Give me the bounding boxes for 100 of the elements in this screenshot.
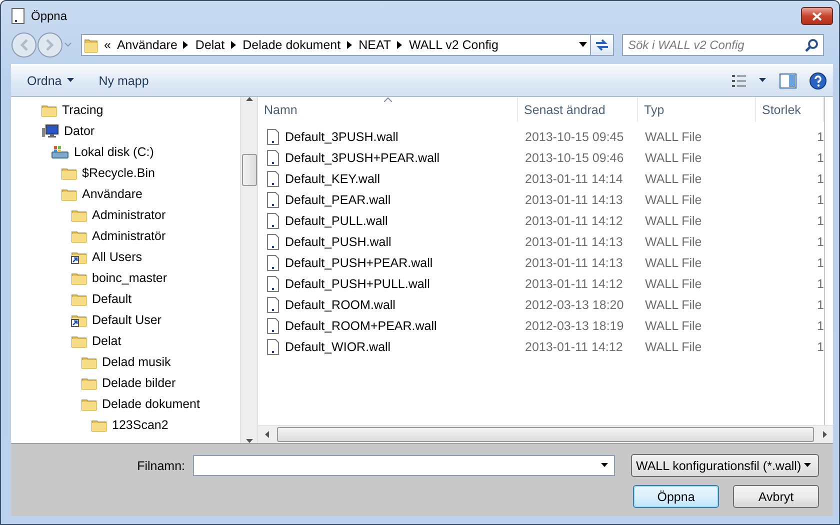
file-name[interactable]: Default_ROOM.wall <box>258 296 518 312</box>
tree-item[interactable]: Delad musik <box>11 351 240 372</box>
type-cell-text: WALL File <box>644 214 703 228</box>
cancel-button[interactable]: Avbryt <box>733 485 819 508</box>
file-name[interactable]: Default_WIOR.wall <box>258 338 518 354</box>
column-header[interactable]: Namn <box>258 97 518 122</box>
folder-icon <box>71 292 87 306</box>
file-name[interactable]: Default_PUSH.wall <box>258 234 518 250</box>
file-name[interactable]: Default_PULL.wall <box>258 212 518 228</box>
size-cell-text: 1 <box>816 234 824 248</box>
size-cell-text: 1 <box>816 256 824 270</box>
tree-item[interactable]: All Users <box>11 246 240 267</box>
new-folder-button[interactable]: Ny mapp <box>92 70 155 90</box>
tree-item[interactable]: Administrator <box>11 204 240 225</box>
breadcrumb[interactable]: Delade dokument <box>242 38 341 52</box>
tree-item[interactable]: 123Scan2 <box>11 414 240 435</box>
folder-icon <box>81 354 97 368</box>
scrollbar[interactable] <box>258 425 833 443</box>
tree-item[interactable]: Delade bilder <box>11 372 240 393</box>
file-icon <box>266 212 280 228</box>
size-cell-text: 1 <box>816 214 824 228</box>
tree-item[interactable]: Dator <box>11 120 240 141</box>
search-field[interactable]: Sök i WALL v2 Config <box>622 34 824 56</box>
type-cell-text: WALL File <box>644 130 703 144</box>
folder-icon <box>61 166 77 180</box>
file-name[interactable]: Default_PUSH+PEAR.wall <box>258 254 518 270</box>
date-cell-text: 2013-10-15 09:45 <box>524 130 625 144</box>
tree-item[interactable]: Lokal disk (C:) <box>11 141 240 162</box>
file-icon <box>266 150 280 166</box>
organize-menu-button[interactable]: Ordna <box>21 70 81 90</box>
tree-item[interactable]: Default <box>11 288 240 309</box>
file-icon <box>266 192 280 208</box>
size-cell-text: 1 <box>816 172 824 186</box>
breadcrumb[interactable]: Användare <box>116 38 178 52</box>
refresh-icon <box>594 38 610 52</box>
caret-icon[interactable] <box>759 78 767 83</box>
date-cell-text: 2012-03-13 18:19 <box>524 318 625 332</box>
folder-icon <box>91 418 107 432</box>
close-icon <box>812 12 822 20</box>
tree-item[interactable]: $Recycle.Bin <box>11 162 240 183</box>
tree-item[interactable]: Delat <box>11 330 240 351</box>
filename-label: Filnamn: <box>137 458 185 472</box>
folder-icon <box>71 270 87 284</box>
filename-field[interactable] <box>193 455 615 476</box>
file-icon <box>266 170 280 186</box>
file-type-dropdown[interactable]: WALL konfigurationsfil (*.wall) <box>631 454 819 477</box>
file-name[interactable]: Default_3PUSH.wall <box>258 128 518 144</box>
breadcrumb[interactable]: WALL v2 Config <box>409 38 498 52</box>
size-cell-text: 1 <box>816 298 824 312</box>
folder-icon <box>81 376 97 390</box>
up-arrow-icon <box>246 97 252 101</box>
folder-shortcut-icon <box>71 250 87 264</box>
close-button[interactable] <box>801 7 833 25</box>
help-icon[interactable] <box>809 72 827 90</box>
search-icon[interactable] <box>805 38 819 52</box>
file-icon <box>266 338 280 354</box>
size-cell-text: 1 <box>816 318 824 332</box>
date-cell-text: 2013-01-11 14:12 <box>524 340 624 354</box>
column-header[interactable]: Typ <box>638 97 756 122</box>
tree-item[interactable]: Administratör <box>11 225 240 246</box>
column-header[interactable]: Senast ändrad <box>518 97 638 122</box>
scrollbar-thumb[interactable] <box>277 427 814 442</box>
file-name[interactable]: Default_3PUSH+PEAR.wall <box>258 150 518 166</box>
size-cell-text: 1 <box>816 150 824 164</box>
chevron-icon[interactable] <box>230 41 237 49</box>
tree-item[interactable]: boinc_master <box>11 267 240 288</box>
refresh-button[interactable] <box>590 34 614 56</box>
type-cell-text: WALL File <box>644 150 703 164</box>
file-icon <box>266 254 280 270</box>
caret-icon[interactable] <box>579 42 588 48</box>
open-button[interactable]: Öppna <box>633 485 719 508</box>
chevron-icon[interactable] <box>183 41 190 49</box>
date-cell-text: 2013-01-11 14:13 <box>524 234 624 248</box>
date-cell-text: 2013-01-11 14:14 <box>524 172 624 186</box>
chevron-icon[interactable] <box>397 41 404 49</box>
scrollbar[interactable] <box>240 97 257 443</box>
path-overflow[interactable]: « <box>104 38 111 52</box>
file-name[interactable]: Default_KEY.wall <box>258 170 518 186</box>
folder-icon <box>84 37 98 53</box>
file-name[interactable]: Default_ROOM+PEAR.wall <box>258 318 518 334</box>
chevron-icon[interactable] <box>346 41 353 49</box>
size-cell-text: 1 <box>816 130 824 144</box>
tree-item[interactable]: Användare <box>11 183 240 204</box>
address-bar[interactable]: « Användare Delat Delade dokument NEAT WALL v2 Config <box>81 34 591 56</box>
caret-icon[interactable] <box>601 463 609 468</box>
file-name[interactable]: Default_PUSH+PULL.wall <box>258 276 518 292</box>
file-name[interactable]: Default_PEAR.wall <box>258 192 518 208</box>
date-cell-text: 2012-03-13 18:20 <box>524 298 625 312</box>
type-cell-text: WALL File <box>644 276 703 290</box>
breadcrumb[interactable]: NEAT <box>358 38 392 52</box>
view-list-icon[interactable] <box>731 74 747 88</box>
computer-icon <box>41 124 59 138</box>
tree-item[interactable]: Default User <box>11 309 240 330</box>
tree-item[interactable]: Tracing <box>11 99 240 120</box>
date-cell-text: 2013-01-11 14:13 <box>524 192 624 206</box>
file-icon <box>266 318 280 334</box>
scrollbar-thumb[interactable] <box>242 154 256 186</box>
preview-pane-icon[interactable] <box>779 72 797 88</box>
tree-item[interactable]: Delade dokument <box>11 393 240 414</box>
breadcrumb[interactable]: Delat <box>195 38 225 52</box>
